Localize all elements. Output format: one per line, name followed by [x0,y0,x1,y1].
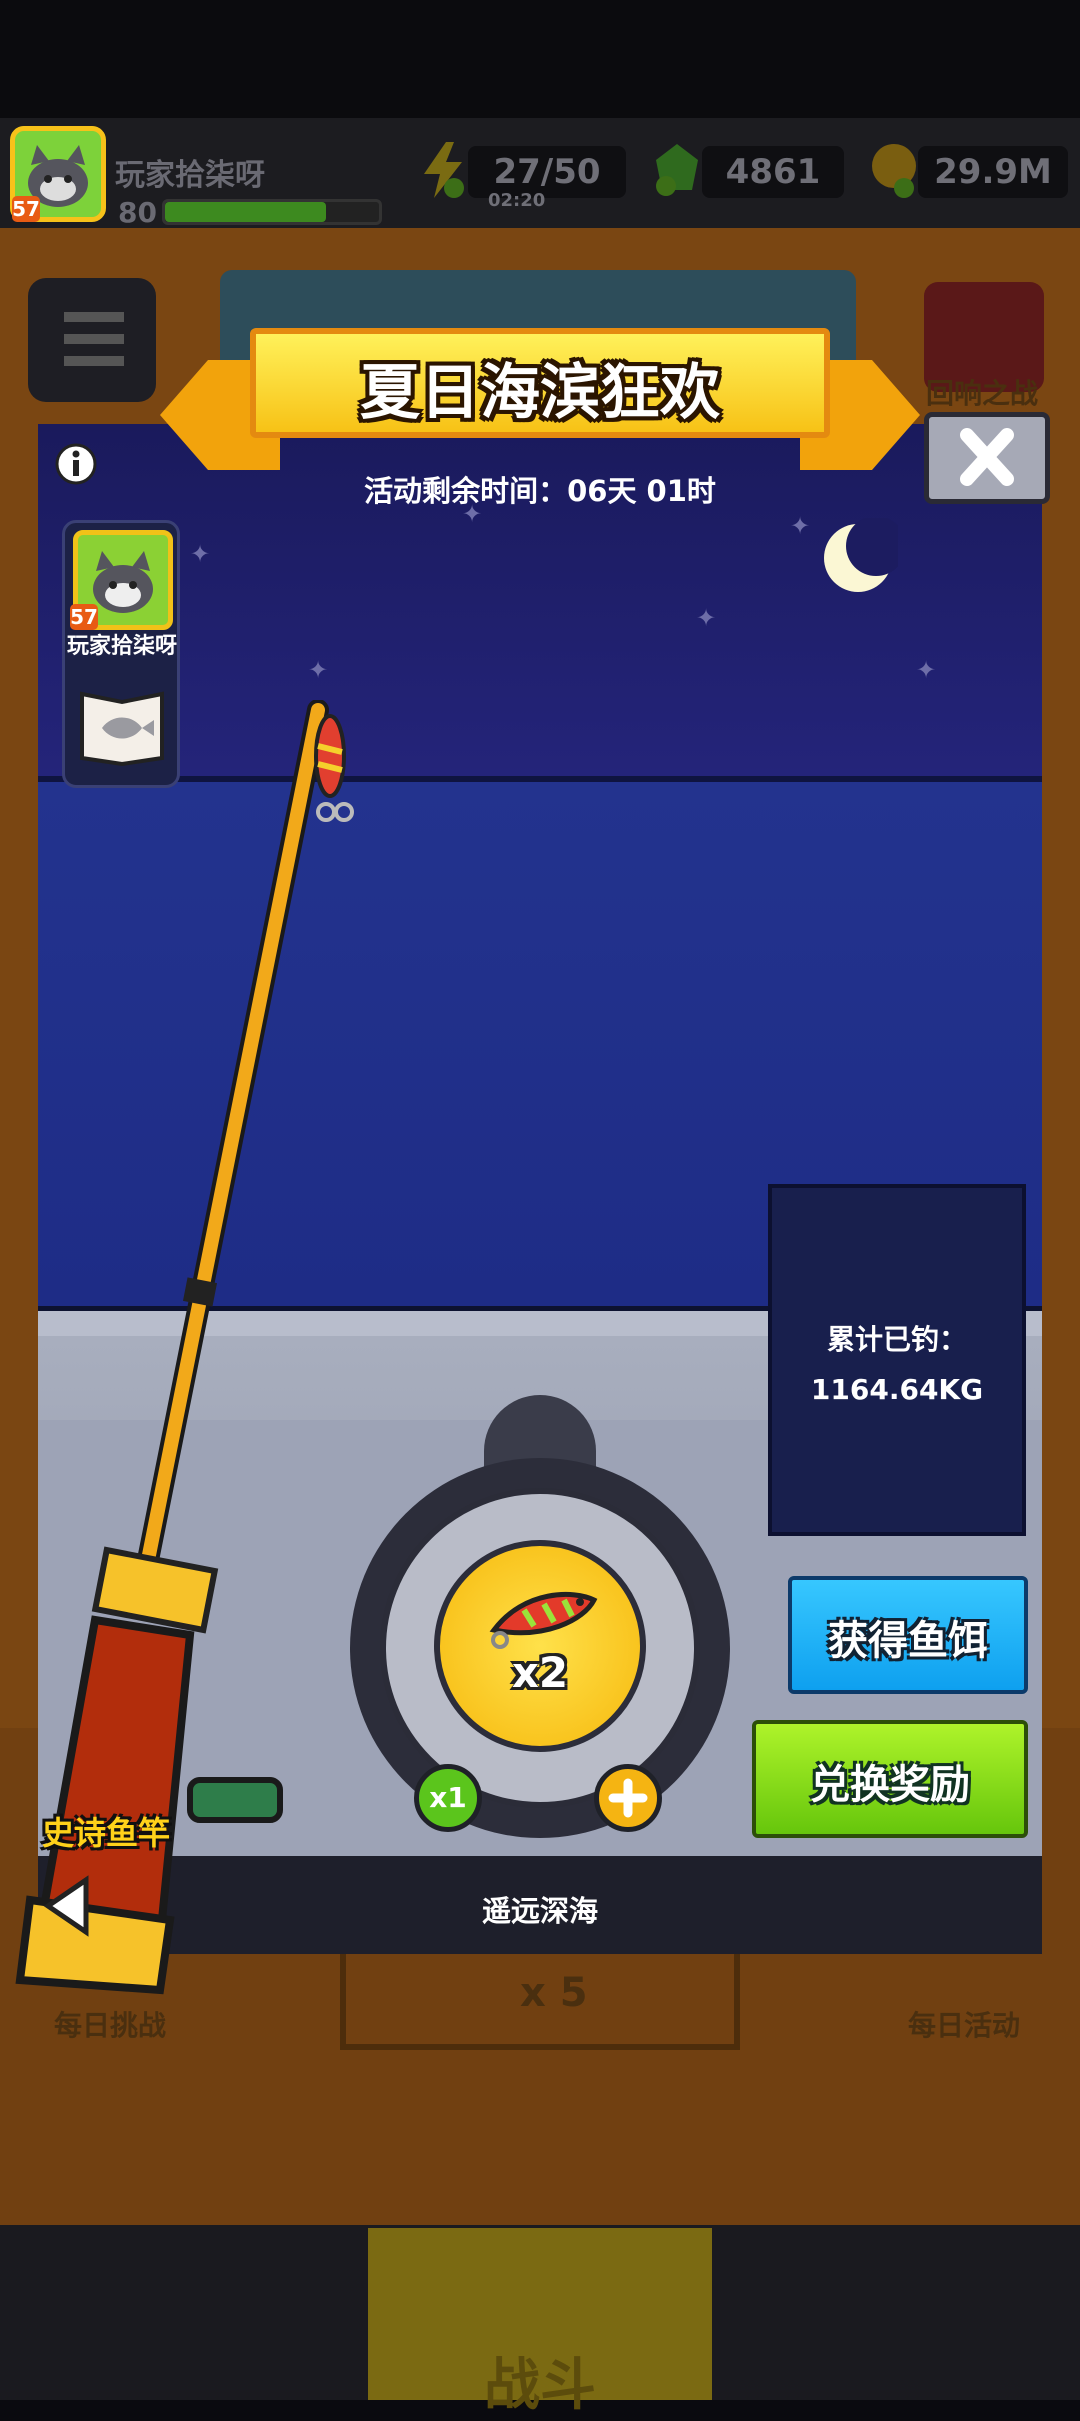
star-decoration: ✦ [696,604,717,632]
coin-counter: 29.9M [918,146,1068,198]
coin-icon[interactable] [868,140,918,200]
event-remaining-time: 活动剩余时间：06天 01时 [364,474,716,508]
star-decoration: ✦ [190,540,211,568]
rod-name: 史诗鱼竿 [42,1814,171,1852]
star-decoration: ✦ [308,656,329,684]
lure-icon [489,1591,598,1649]
energy-timer: 02:20 [488,190,546,211]
gem-counter: 4861 [702,146,844,198]
gem-icon[interactable] [652,140,702,200]
lure-on-line-icon [314,714,354,822]
info-icon[interactable] [54,442,98,486]
menu-button[interactable] [28,278,156,402]
player-name: 玩家拾柒呀 [115,158,265,193]
total-caught-box [768,1184,1026,1536]
fish-book-icon[interactable] [78,684,166,768]
side-player-name: 玩家拾柒呀 [66,634,177,659]
side-avatar-level-badge: 57 [70,604,98,630]
close-icon [960,428,1014,486]
close-button[interactable] [924,412,1050,504]
total-caught-label: 累计已钓： [826,1323,967,1356]
nav-battle-label: 战斗 [484,2353,596,2418]
plus-icon [608,1778,648,1818]
mode-cost: x 5 [520,1970,588,2016]
add-bait-button[interactable] [594,1764,662,1832]
redeem-reward-label: 兑换奖励 [810,1762,970,1808]
daily-event-label: 每日活动 [908,2009,1021,2042]
status-bar [0,0,1080,118]
star-decoration: ✦ [916,656,937,684]
player-level: 80 [118,196,157,229]
menu-icon [64,312,124,366]
moon-icon [824,518,898,592]
echo-battle-label: 回响之战 [926,377,1039,410]
get-bait-label: 获得鱼饵 [828,1618,988,1664]
event-title: 夏日海滨狂欢 [360,358,720,428]
xp-bar-fill [165,202,326,222]
total-caught-value: 1164.64KG [810,1373,984,1406]
bait-multiplier: x2 [511,1648,569,1697]
avatar-level-badge: 57 [12,196,40,222]
daily-challenge-label: 每日挑战 [54,2009,167,2042]
star-decoration: ✦ [790,512,811,540]
energy-icon[interactable] [418,140,468,200]
fishing-rod [15,700,329,1995]
location-name: 遥远深海 [481,1894,598,1928]
prev-arrow-icon[interactable] [40,1874,100,1938]
multiplier-x1-button[interactable]: x1 [414,1764,482,1832]
